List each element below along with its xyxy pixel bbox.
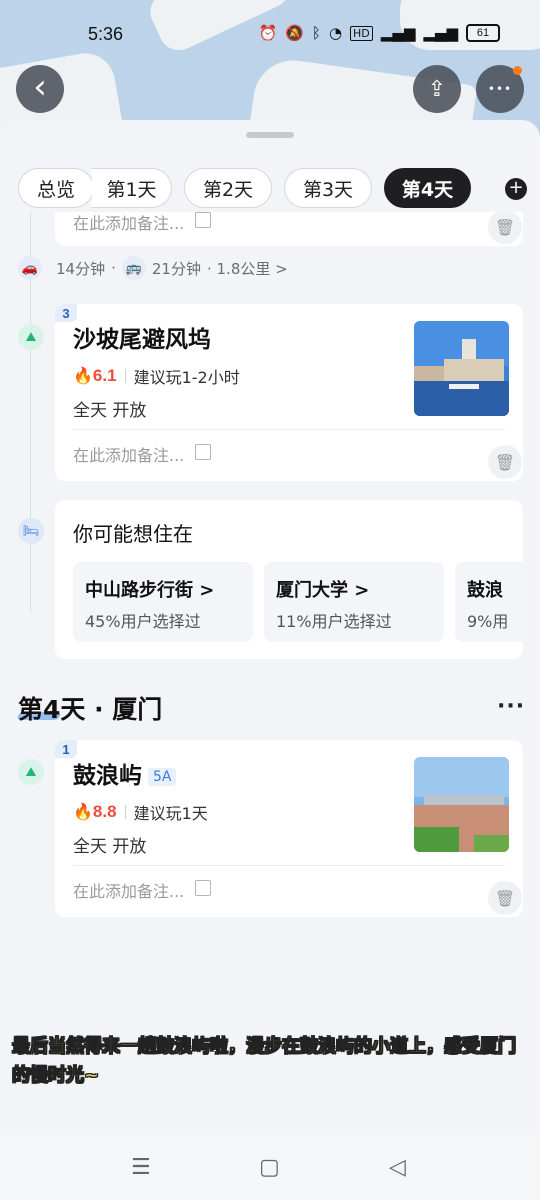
hd-icon: HD [350,25,373,41]
bluetooth-icon: ᛒ [311,24,321,42]
itinerary-content: 在此添加备注... 🗑 🚗 14分钟 · 🚌 21分钟 · 1.8公里 > ⛰ … [0,212,540,1135]
mute-icon: 🔕 [285,24,304,42]
divider [124,369,126,383]
attraction-icon: ⛰ [18,324,44,350]
share-button[interactable]: ⇪ [413,65,461,113]
wifi-icon: ◔ [328,24,343,42]
status-bar: 5:36 ⏰ 🔕 ᛒ ◔ HD ▂▄▆ ▂▄▆ 61 [0,0,540,64]
hotel-area-percent: 45%用户选择过 [85,612,201,631]
poi-rating-row: 🔥8.8 建议玩1天 [73,800,208,824]
itinerary-sheet: 总览 第1天 第2天 第3天 第4天 + 在此添加备注... 🗑 🚗 14分钟 … [0,120,540,1135]
edit-icon[interactable] [195,444,211,460]
add-day-button[interactable]: + [505,178,527,200]
opening-hours: 全天 开放 [73,837,147,857]
5g-signal-icon: ▂▄▆ [423,24,458,42]
card-divider [73,865,505,866]
hotel-area-percent: 9%用 [467,612,509,631]
more-button[interactable]: ••• [476,65,524,113]
bus-icon: 🚌 [121,256,146,280]
trash-icon: 🗑 [494,217,516,237]
car-time: 14分钟 [56,259,106,278]
note-placeholder[interactable]: 在此添加备注... [73,442,184,466]
poi-score: 8.8 [92,802,117,821]
poi-rating-row: 🔥6.1 建议玩1-2小时 [73,364,240,388]
day-more-button[interactable]: ··· [497,694,525,719]
hotel-area-xiamen-university[interactable]: 厦门大学 > 11%用户选择过 [264,562,444,642]
suggest-duration: 建议玩1-2小时 [133,368,240,387]
hotel-area-name: 厦门大学 > [276,580,370,601]
hotel-area-zhongshan[interactable]: 中山路步行街 > 45%用户选择过 [73,562,253,642]
chevron-left-icon: ‹ [33,67,47,107]
share-icon: ⇪ [427,76,447,102]
day-header: 第4天 · 厦门 [18,695,163,724]
menu-icon[interactable]: ☰ [131,1155,151,1180]
home-icon[interactable]: ▢ [259,1155,280,1180]
notification-dot [513,66,522,75]
tab-day-3[interactable]: 第3天 [284,168,372,208]
video-caption: 最后当然得来一趟鼓浪屿啦，漫步在鼓浪屿的小道上，感受厦门的慢时光~ [12,1036,517,1087]
tab-day-4[interactable]: 第4天 [384,168,471,208]
separator-dot: · [111,259,116,277]
4g-signal-icon: ▂▄▆ [380,24,416,42]
trash-icon: 🗑 [494,888,516,908]
attraction-icon: ⛰ [18,759,44,785]
edit-icon[interactable] [195,880,211,896]
hotel-suggestion-title: 你可能想住在 [73,522,193,546]
alarm-icon: ⏰ [258,24,278,42]
status-time: 5:36 [88,24,124,44]
hotel-icon: 🛏 [18,518,44,544]
poi-card-shapowei[interactable]: 3 沙坡尾避风坞 🔥6.1 建议玩1-2小时 全天 开放 在此添加备注... 🗑 [55,304,523,481]
delete-button[interactable]: 🗑 [488,881,522,915]
note-placeholder[interactable]: 在此添加备注... [73,212,184,234]
poi-card-gulangyu[interactable]: 1 鼓浪屿 5A 🔥8.8 建议玩1天 全天 开放 在此添加备注... 🗑 [55,740,523,917]
poi-thumbnail[interactable] [414,321,509,416]
tab-overview[interactable]: 总览 [18,168,94,208]
fire-icon: 🔥 [73,366,93,385]
poi-title[interactable]: 沙坡尾避风坞 [73,320,211,354]
note-placeholder[interactable]: 在此添加备注... [73,878,184,902]
system-nav-bar: ☰ ▢ ◁ [0,1135,540,1200]
more-icon: ••• [487,82,513,96]
bus-time: 21分钟 [151,259,201,278]
hotel-area-name: 中山路步行街 > [85,580,215,601]
delete-button[interactable]: 🗑 [488,445,522,479]
edit-icon[interactable] [195,212,211,228]
opening-hours: 全天 开放 [73,401,147,421]
sheet-handle[interactable] [246,132,294,138]
tab-day-1[interactable]: 第1天 [92,168,172,208]
hotel-area-name: 鼓浪 [467,580,503,601]
delete-button[interactable]: 🗑 [488,212,522,244]
poi-score: 6.1 [92,366,117,385]
tab-day-2[interactable]: 第2天 [184,168,272,208]
hotel-area-gulangyu[interactable]: 鼓浪 9%用 [455,562,523,642]
fire-icon: 🔥 [73,802,93,821]
poi-thumbnail[interactable] [414,757,509,852]
level-badge: 5A [148,767,177,786]
trash-icon: 🗑 [494,452,516,472]
hotel-suggestion-card: 你可能想住在 中山路步行街 > 45%用户选择过 厦门大学 > 11%用户选择过… [55,500,523,659]
card-divider [73,429,505,430]
transport-row[interactable]: 🚗 14分钟 · 🚌 21分钟 · 1.8公里 > [18,254,288,282]
day-tabs: 总览 第1天 第2天 第3天 第4天 + [0,168,540,212]
hotel-area-percent: 11%用户选择过 [276,612,392,631]
divider [124,805,126,819]
poi-title: 鼓浪屿 [73,763,142,789]
suggest-duration: 建议玩1天 [133,804,208,823]
back-nav-icon[interactable]: ◁ [389,1155,406,1180]
back-button[interactable]: ‹ [16,65,64,113]
car-icon: 🚗 [18,256,42,280]
previous-poi-card: 在此添加备注... 🗑 [55,212,523,246]
battery-icon: 61 [466,24,500,42]
distance: · 1.8公里 > [206,259,288,278]
poi-title-wrapper[interactable]: 鼓浪屿 5A [73,756,177,790]
status-icons: ⏰ 🔕 ᛒ ◔ HD ▂▄▆ ▂▄▆ 61 [259,24,500,42]
